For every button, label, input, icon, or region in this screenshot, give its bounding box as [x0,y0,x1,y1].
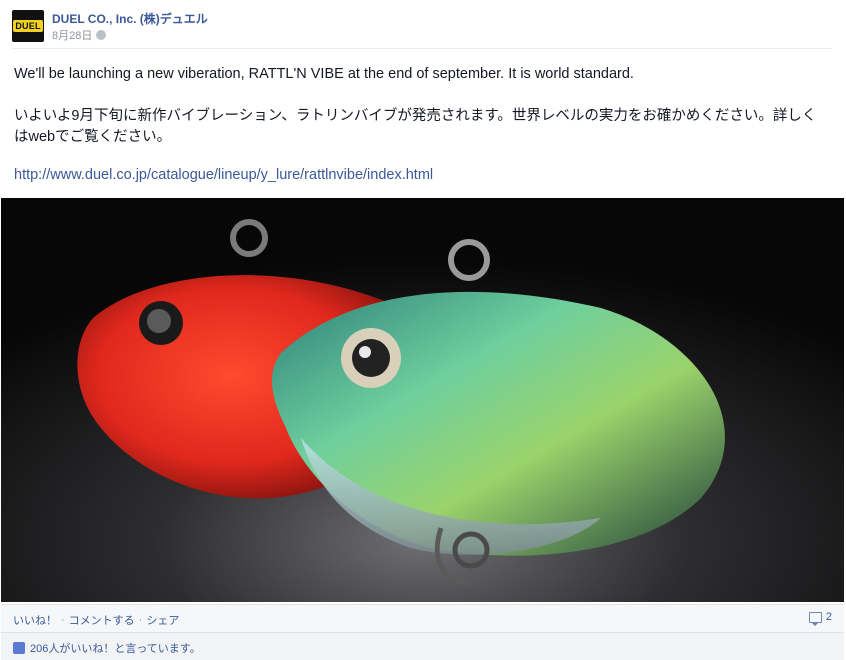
post-meta: 8月28日 [52,27,107,43]
post-actions: いいね！ · コメントする · シェア [13,612,179,628]
post-text-ja: いよいよ9月下旬に新作バイブレーション、ラトリンバイブが発売されます。世界レベル… [14,108,817,145]
page-name-link[interactable]: DUEL CO., Inc. (株)デュエル [52,10,208,27]
share-action[interactable]: シェア [146,612,179,628]
post-text: We'll be launching a new viberation, RAT… [14,64,824,186]
post-link[interactable]: http://www.duel.co.jp/catalogue/lineup/y… [14,167,433,183]
comment-action[interactable]: コメントする [69,612,135,628]
post-action-bar: いいね！ · コメントする · シェア 2 [1,604,844,632]
page-avatar[interactable]: DUEL [12,10,44,42]
post-text-en: We'll be launching a new viberation, RAT… [14,66,634,82]
action-separator: · [61,614,65,626]
action-separator: · [138,614,143,626]
likes-summary-bar: 206人がいいね！と言っています。 [1,632,844,660]
duel-logo: DUEL [13,20,43,32]
comment-count-value: 2 [825,611,832,623]
likes-summary-text[interactable]: 206人がいいね！と言っています。 [30,640,201,656]
globe-icon[interactable] [96,30,107,40]
likes-summary[interactable]: 206人がいいね！と言っています。 [13,640,201,656]
post-photo[interactable] [1,198,844,602]
thumbs-up-icon [13,642,25,654]
post-date[interactable]: 8月28日 [52,27,92,43]
comment-bubble-icon [808,611,822,626]
like-action[interactable]: いいね！ [13,612,57,628]
comment-count[interactable]: 2 [808,611,832,626]
lure-photo-illustration [1,198,844,602]
post-header: DUEL DUEL CO., Inc. (株)デュエル 8月28日 [12,8,832,49]
